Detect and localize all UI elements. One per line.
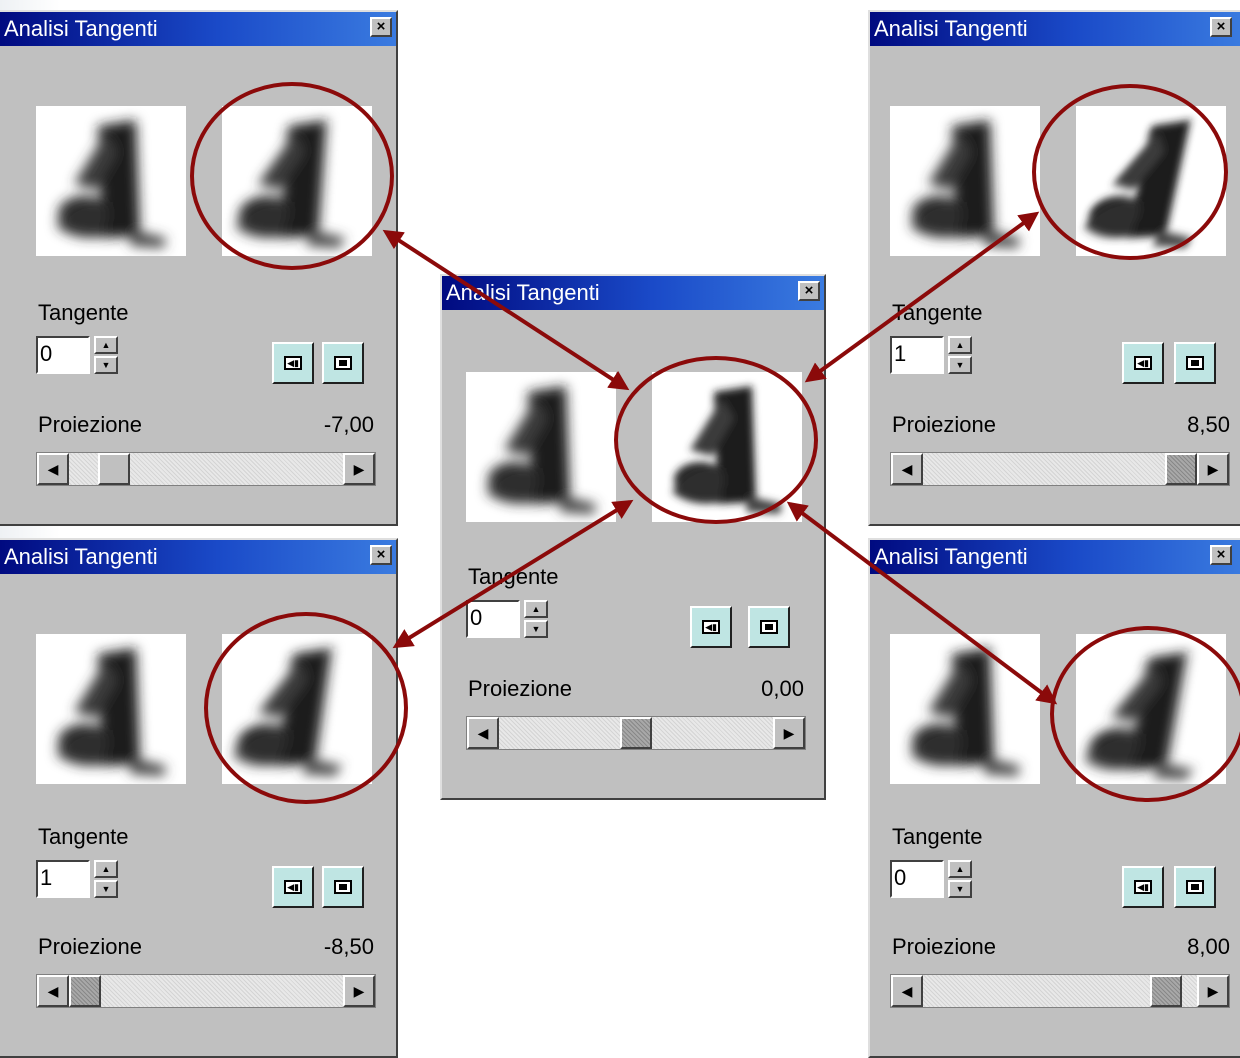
step-back-button[interactable]: ◀▮ — [1122, 866, 1164, 908]
tangente-input[interactable]: 0 — [466, 600, 520, 638]
scroll-left-icon[interactable]: ◀ — [37, 975, 69, 1007]
original-preview-image — [890, 106, 1040, 256]
scroll-right-icon[interactable]: ▶ — [1197, 453, 1229, 485]
tangente-input[interactable]: 1 — [890, 336, 944, 374]
analysis-window-top-left: Analisi Tangenti × Tangente 0 ▲ ▼ ◀▮ Pro… — [0, 10, 398, 526]
close-icon[interactable]: × — [1210, 545, 1232, 565]
original-preview-image — [36, 106, 186, 256]
scroll-left-icon[interactable]: ◀ — [37, 453, 69, 485]
stop-icon — [1186, 356, 1204, 370]
slider-thumb[interactable] — [620, 717, 652, 749]
spin-down-icon[interactable]: ▼ — [524, 620, 548, 638]
step-back-icon: ◀▮ — [702, 620, 720, 634]
original-preview-image — [466, 372, 616, 522]
close-icon[interactable]: × — [370, 545, 392, 565]
scroll-right-icon[interactable]: ▶ — [773, 717, 805, 749]
tangente-label: Tangente — [38, 824, 129, 849]
proiezione-label: Proiezione — [38, 934, 142, 959]
slider-thumb[interactable] — [98, 453, 130, 485]
proiezione-slider[interactable]: ◀ ▶ — [36, 974, 376, 1008]
proiezione-value: 8,00 — [1187, 934, 1230, 959]
window-title: Analisi Tangenti — [0, 540, 396, 574]
proiezione-value: -8,50 — [323, 934, 374, 959]
stop-button[interactable] — [322, 866, 364, 908]
stop-icon — [760, 620, 778, 634]
spin-up-icon[interactable]: ▲ — [948, 860, 972, 878]
spin-up-icon[interactable]: ▲ — [94, 860, 118, 878]
transformed-preview-image — [1076, 106, 1226, 256]
proiezione-slider[interactable]: ◀ ▶ — [890, 974, 1230, 1008]
slider-thumb[interactable] — [69, 975, 101, 1007]
analysis-window-bottom-right: Analisi Tangenti × Tangente 0 ▲ ▼ ◀▮ Pro… — [868, 538, 1240, 1058]
spin-down-icon[interactable]: ▼ — [94, 880, 118, 898]
close-icon[interactable]: × — [370, 17, 392, 37]
spin-down-icon[interactable]: ▼ — [948, 880, 972, 898]
window-title: Analisi Tangenti — [870, 12, 1240, 46]
proiezione-slider[interactable]: ◀ ▶ — [890, 452, 1230, 486]
spin-up-icon[interactable]: ▲ — [524, 600, 548, 618]
proiezione-label: Proiezione — [892, 412, 996, 437]
stop-button[interactable] — [1174, 866, 1216, 908]
close-icon[interactable]: × — [798, 281, 820, 301]
scroll-right-icon[interactable]: ▶ — [343, 975, 375, 1007]
original-preview-image — [36, 634, 186, 784]
window-title: Analisi Tangenti — [870, 540, 1240, 574]
analysis-window-top-right: Analisi Tangenti × Tangente 1 ▲ ▼ ◀▮ Pro… — [868, 10, 1240, 526]
tangente-label: Tangente — [892, 300, 983, 325]
step-back-button[interactable]: ◀▮ — [1122, 342, 1164, 384]
stop-icon — [334, 880, 352, 894]
step-back-button[interactable]: ◀▮ — [272, 342, 314, 384]
close-icon[interactable]: × — [1210, 17, 1232, 37]
transformed-preview-image — [652, 372, 802, 522]
transformed-preview-image — [222, 634, 372, 784]
stop-button[interactable] — [1174, 342, 1216, 384]
scroll-left-icon[interactable]: ◀ — [891, 453, 923, 485]
stop-icon — [334, 356, 352, 370]
window-title: Analisi Tangenti — [0, 12, 396, 46]
proiezione-value: 0,00 — [761, 676, 804, 701]
stop-icon — [1186, 880, 1204, 894]
tangente-input[interactable]: 0 — [890, 860, 944, 898]
window-title: Analisi Tangenti — [442, 276, 824, 310]
step-back-button[interactable]: ◀▮ — [272, 866, 314, 908]
analysis-window-bottom-left: Analisi Tangenti × Tangente 1 ▲ ▼ ◀▮ Pro… — [0, 538, 398, 1058]
step-back-icon: ◀▮ — [1134, 880, 1152, 894]
scroll-right-icon[interactable]: ▶ — [343, 453, 375, 485]
spin-down-icon[interactable]: ▼ — [948, 356, 972, 374]
scroll-left-icon[interactable]: ◀ — [891, 975, 923, 1007]
stop-button[interactable] — [748, 606, 790, 648]
proiezione-slider[interactable]: ◀ ▶ — [466, 716, 806, 750]
proiezione-value: -7,00 — [323, 412, 374, 437]
proiezione-label: Proiezione — [468, 676, 572, 701]
scroll-right-icon[interactable]: ▶ — [1197, 975, 1229, 1007]
slider-thumb[interactable] — [1165, 453, 1197, 485]
step-back-icon: ◀▮ — [1134, 356, 1152, 370]
tangente-input[interactable]: 0 — [36, 336, 90, 374]
transformed-preview-image — [1076, 634, 1226, 784]
scroll-left-icon[interactable]: ◀ — [467, 717, 499, 749]
stop-button[interactable] — [322, 342, 364, 384]
proiezione-label: Proiezione — [892, 934, 996, 959]
proiezione-slider[interactable]: ◀ ▶ — [36, 452, 376, 486]
proiezione-value: 8,50 — [1187, 412, 1230, 437]
proiezione-label: Proiezione — [38, 412, 142, 437]
spin-up-icon[interactable]: ▲ — [94, 336, 118, 354]
tangente-label: Tangente — [468, 564, 559, 589]
slider-thumb[interactable] — [1150, 975, 1182, 1007]
transformed-preview-image — [222, 106, 372, 256]
spin-down-icon[interactable]: ▼ — [94, 356, 118, 374]
analysis-window-center: Analisi Tangenti × Tangente 0 ▲ ▼ ◀▮ Pro… — [440, 274, 826, 800]
step-back-icon: ◀▮ — [284, 356, 302, 370]
spin-up-icon[interactable]: ▲ — [948, 336, 972, 354]
step-back-button[interactable]: ◀▮ — [690, 606, 732, 648]
tangente-label: Tangente — [38, 300, 129, 325]
tangente-input[interactable]: 1 — [36, 860, 90, 898]
step-back-icon: ◀▮ — [284, 880, 302, 894]
tangente-label: Tangente — [892, 824, 983, 849]
original-preview-image — [890, 634, 1040, 784]
